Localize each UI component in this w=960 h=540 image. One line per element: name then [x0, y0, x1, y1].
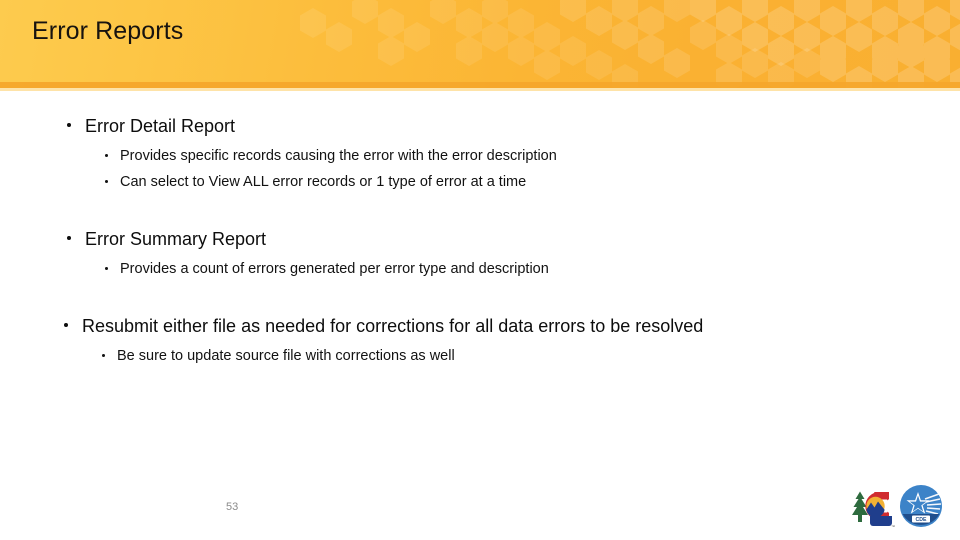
bullet-group: Error Detail Report Provides specific re… [0, 112, 960, 195]
bullet-group: Resubmit either file as needed for corre… [0, 312, 960, 369]
slide-body: Error Detail Report Provides specific re… [0, 112, 960, 369]
bullet-dot-icon [102, 354, 105, 357]
footer-logos: ™ CDE [848, 480, 952, 532]
bullet-level1: Error Detail Report [0, 112, 960, 140]
bullet-level1: Resubmit either file as needed for corre… [0, 312, 960, 340]
sub-bullet-list: Provides a count of errors generated per… [0, 256, 960, 282]
bullet-dot-icon [67, 123, 71, 127]
bullet-dot-icon [67, 236, 71, 240]
bullet-dot-icon [64, 323, 68, 327]
bullet-level2-text: Provides specific records causing the er… [120, 148, 557, 164]
bullet-level2-text: Be sure to update source file with corre… [117, 348, 455, 364]
slide: Error Reports Error Detail Report Provid… [0, 0, 960, 540]
bullet-level1-text: Error Summary Report [85, 229, 267, 249]
bullet-level2: Provides a count of errors generated per… [0, 256, 960, 282]
bullet-level1: Error Summary Report [0, 225, 960, 253]
page-title: Error Reports [32, 17, 184, 45]
bullet-level1-text: Resubmit either file as needed for corre… [82, 316, 704, 336]
slide-header: Error Reports [0, 0, 960, 88]
bullet-dot-icon [105, 267, 108, 270]
sub-bullet-list: Be sure to update source file with corre… [0, 343, 960, 369]
bullet-group: Error Summary Report Provides a count of… [0, 225, 960, 282]
colorado-state-logo-icon: ™ [852, 491, 895, 529]
bullet-dot-icon [105, 154, 108, 157]
svg-text:™: ™ [891, 524, 895, 529]
cde-logo-label: CDE [916, 517, 927, 523]
bullet-level2: Provides specific records causing the er… [0, 143, 960, 169]
bullet-level2-text: Provides a count of errors generated per… [120, 261, 549, 277]
header-underline-highlight [0, 88, 960, 91]
sub-bullet-list: Provides specific records causing the er… [0, 143, 960, 195]
page-number: 53 [226, 501, 239, 513]
bullet-level2-text: Can select to View ALL error records or … [120, 174, 527, 190]
bullet-dot-icon [105, 180, 108, 183]
bullet-level1-text: Error Detail Report [85, 116, 236, 136]
cde-logo-icon: CDE [900, 485, 942, 527]
bullet-level2: Be sure to update source file with corre… [0, 343, 960, 369]
bullet-level2: Can select to View ALL error records or … [0, 169, 960, 195]
